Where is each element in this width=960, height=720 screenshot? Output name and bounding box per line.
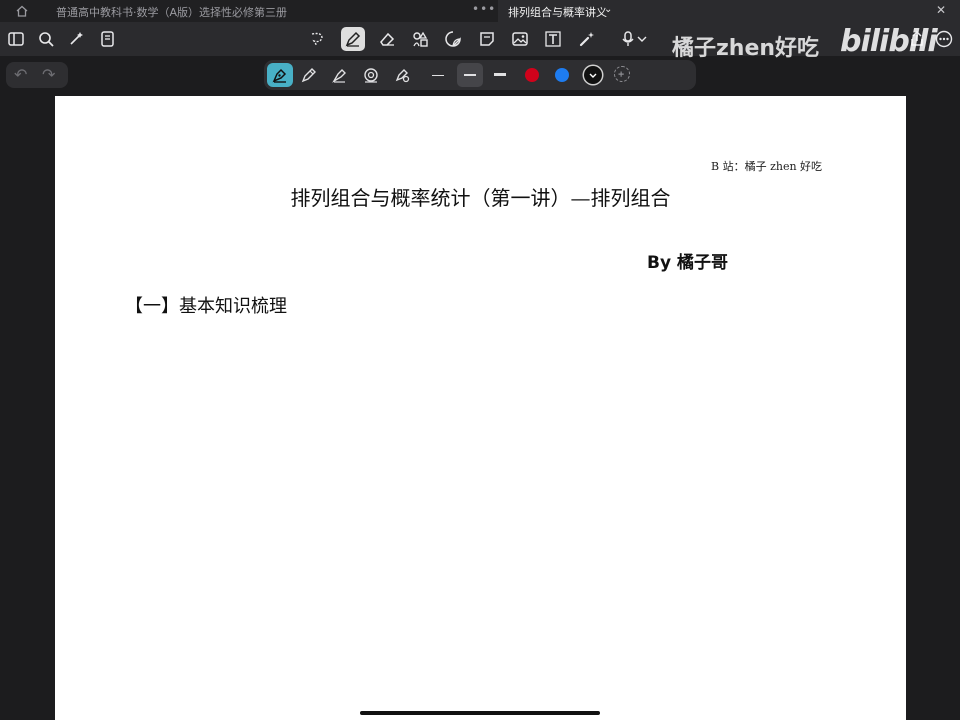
image-icon[interactable] (510, 29, 530, 49)
laser-pointer-icon[interactable] (577, 29, 597, 49)
pen-settings-icon[interactable] (360, 64, 382, 86)
stroke-medium-option[interactable] (457, 63, 483, 87)
eraser-icon[interactable] (377, 29, 397, 49)
color-red-swatch[interactable] (525, 68, 539, 82)
fountain-pen-icon[interactable] (267, 63, 293, 87)
pen-tool-palette (264, 60, 696, 90)
uploader-watermark: 橘子zhen好吃 (672, 36, 820, 61)
tab-label: 普通高中教科书·数学（A版）选择性必修第三册 (56, 6, 288, 19)
lasso-icon[interactable] (307, 29, 327, 49)
color-blue-swatch[interactable] (555, 68, 569, 82)
undo-redo-group: ↶ ↷ (6, 62, 68, 88)
document-page[interactable]: B 站：橘子 zhen 好吃 排列组合与概率统计（第一讲）—排列组合 By 橘子… (55, 96, 906, 720)
pen-icon[interactable] (341, 27, 365, 51)
ai-assist-icon[interactable] (67, 29, 87, 49)
sticky-note-icon[interactable] (477, 29, 497, 49)
home-icon[interactable] (14, 3, 30, 19)
redo-icon[interactable]: ↷ (42, 65, 55, 84)
search-icon[interactable] (36, 29, 56, 49)
ballpoint-pen-icon[interactable] (298, 64, 320, 86)
close-icon[interactable]: ✕ (936, 3, 946, 17)
tab-label: 排列组合与概率讲义 (508, 6, 607, 19)
add-color-icon[interactable] (614, 66, 630, 82)
sticker-icon[interactable] (443, 29, 463, 49)
text-box-icon[interactable] (543, 29, 563, 49)
sidebar-icon[interactable] (6, 29, 26, 49)
shapes-icon[interactable] (410, 29, 430, 49)
document-title: 排列组合与概率统计（第一讲）—排列组合 (290, 186, 671, 210)
source-note: B 站：橘子 zhen 好吃 (711, 160, 823, 173)
stroke-thin-option[interactable] (432, 75, 444, 76)
document-icon[interactable] (98, 29, 118, 49)
stroke-thick-option[interactable] (494, 73, 506, 76)
tab-textbook[interactable]: 普通高中教科书·数学（A版）选择性必修第三册 ••• (0, 0, 498, 22)
pen-favorite-icon[interactable] (391, 64, 413, 86)
more-icon[interactable] (934, 29, 954, 49)
brush-pen-icon[interactable] (329, 64, 351, 86)
chevron-down-icon[interactable]: ⌄ (604, 4, 612, 15)
more-icon[interactable]: ••• (472, 2, 496, 16)
section-heading: 【一】基本知识梳理 (125, 296, 287, 317)
microphone-icon[interactable] (618, 29, 638, 49)
tab-bar: 普通高中教科书·数学（A版）选择性必修第三册 ••• 排列组合与概率讲义 ⌄ ✕ (0, 0, 960, 22)
undo-icon[interactable]: ↶ (14, 65, 27, 84)
stroke-line (464, 74, 476, 76)
bilibili-logo: bilibili (840, 24, 938, 59)
tab-handout[interactable]: 排列组合与概率讲义 ⌄ ✕ (498, 0, 960, 22)
color-black-swatch[interactable] (584, 66, 602, 84)
home-indicator[interactable] (360, 711, 600, 715)
chevron-down-icon (589, 73, 597, 78)
chevron-down-icon[interactable] (636, 29, 648, 49)
document-author: By 橘子哥 (647, 253, 728, 273)
